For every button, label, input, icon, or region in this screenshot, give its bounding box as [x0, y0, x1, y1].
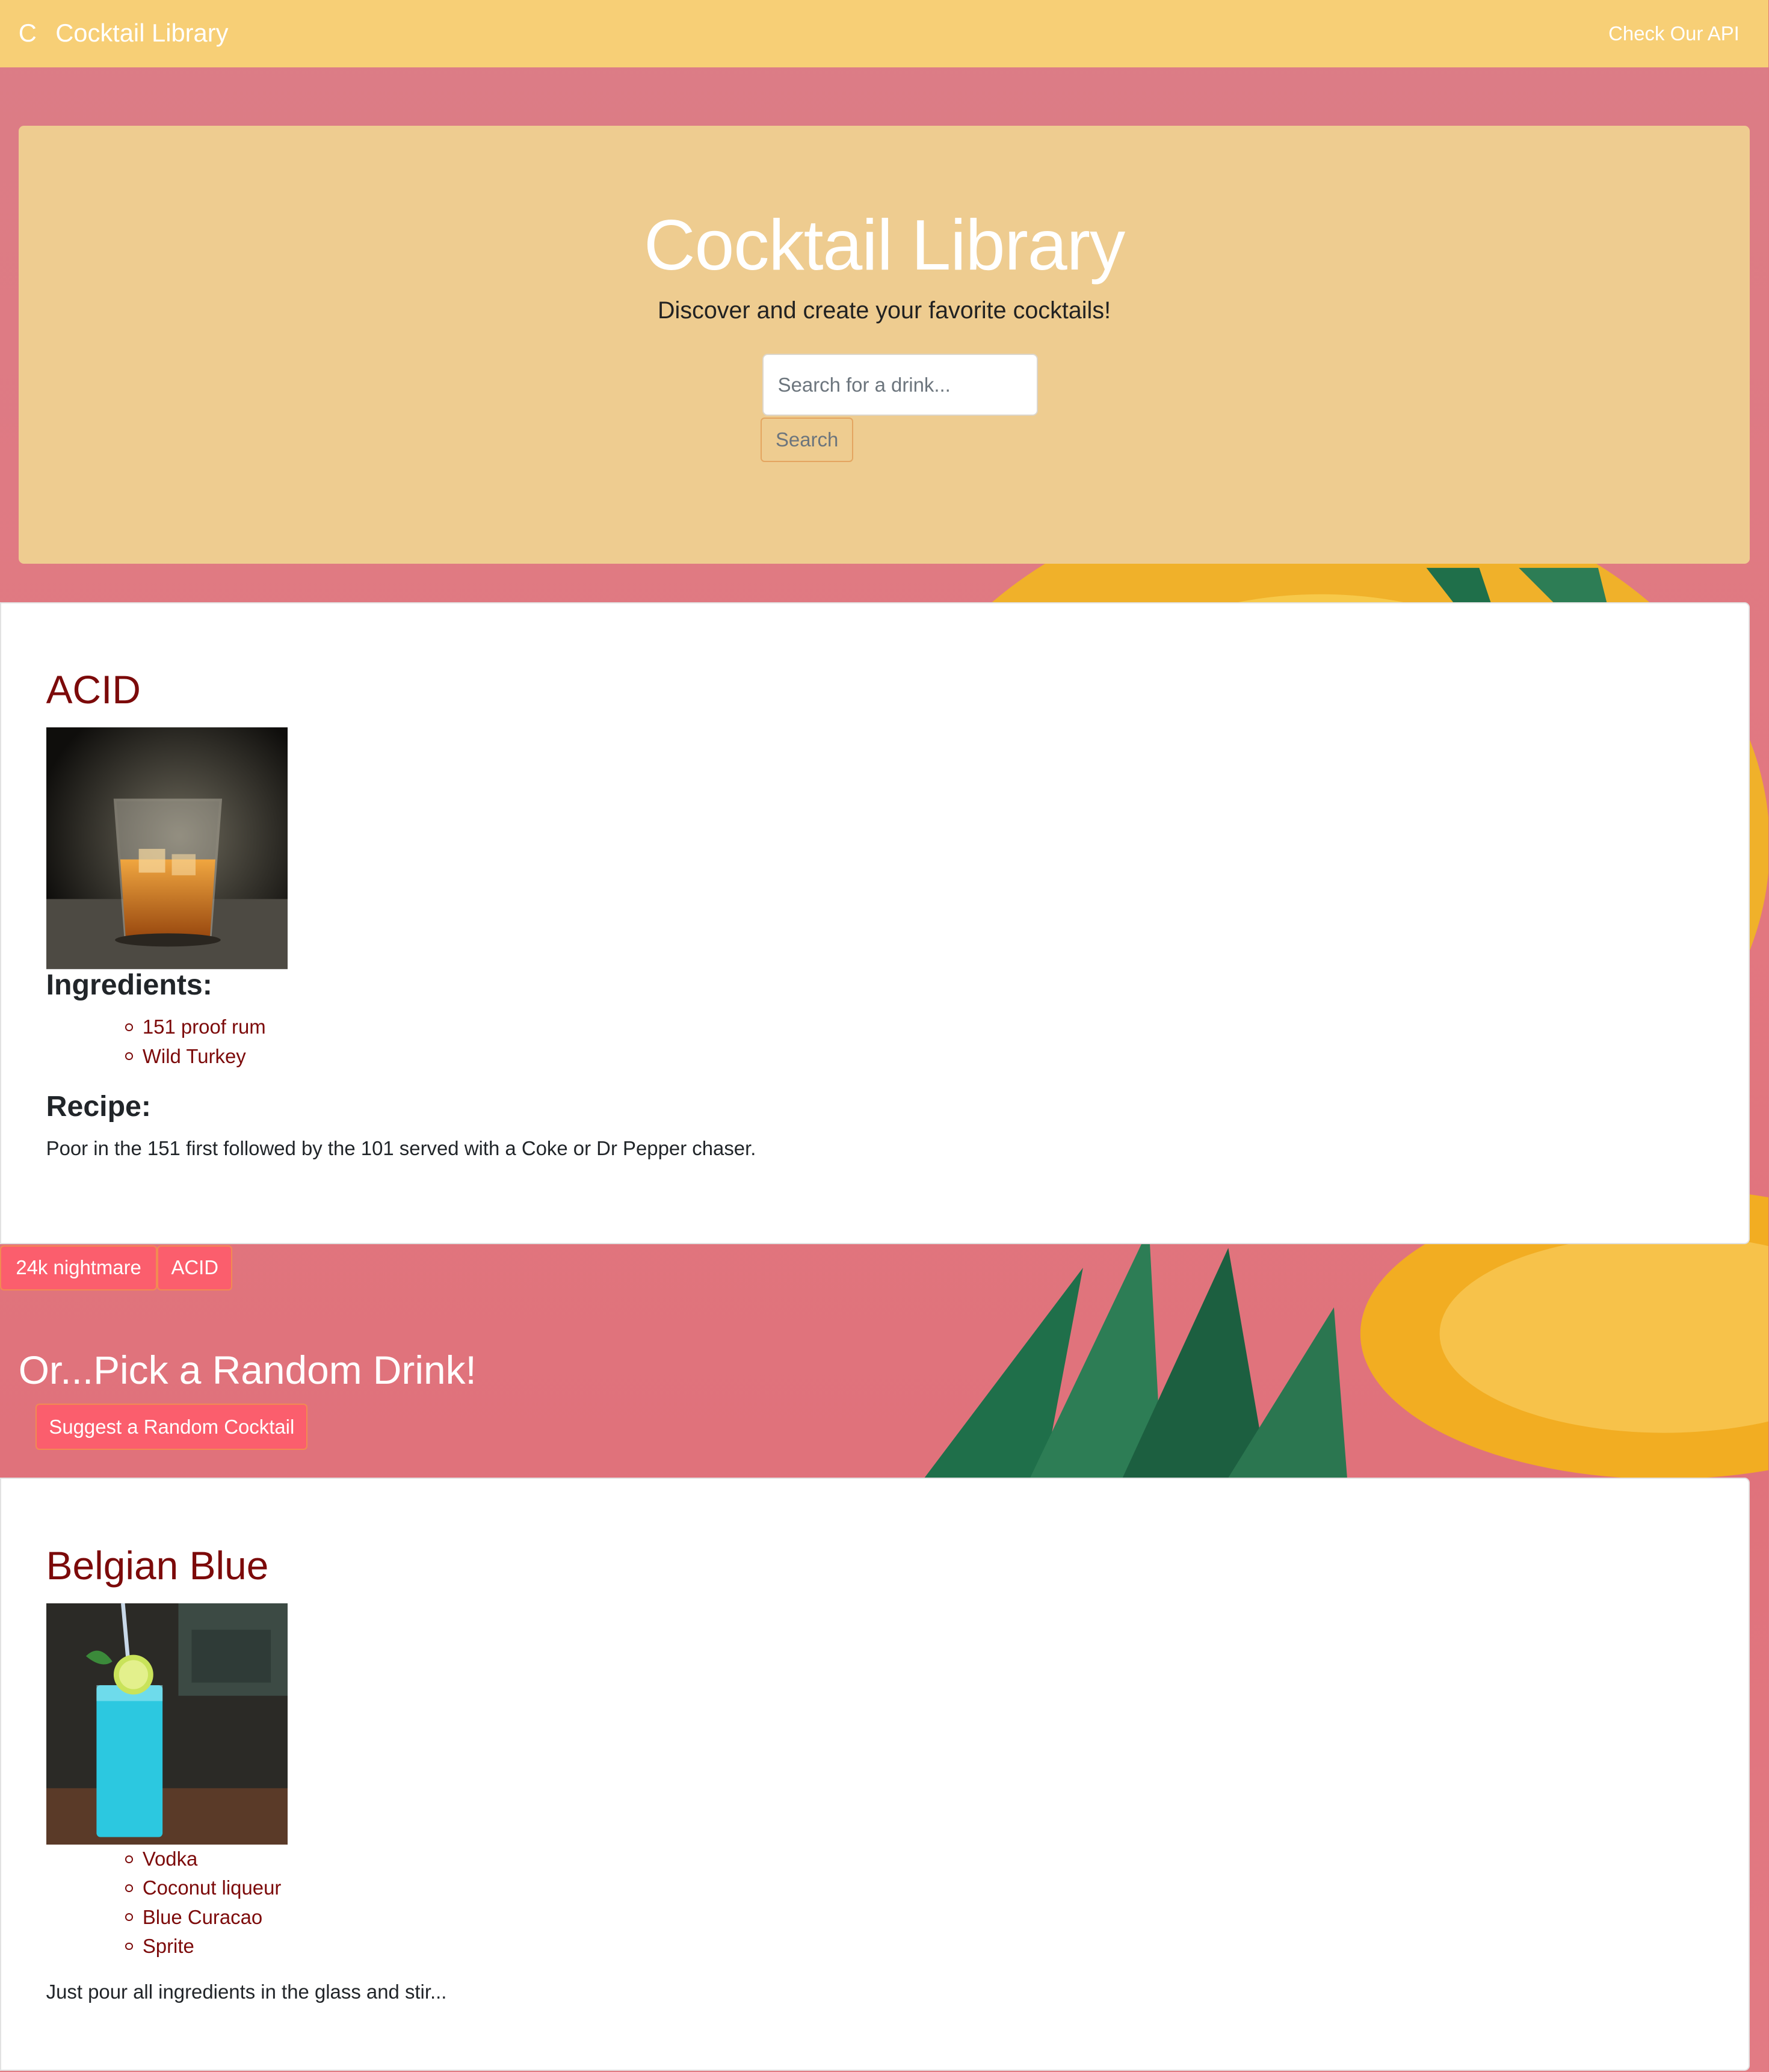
blue-cocktail-photo	[46, 1603, 288, 1845]
ingredient-item: Blue Curacao	[124, 1903, 281, 1932]
ingredient-item: Coconut liqueur	[124, 1873, 281, 1902]
recipe-text: Poor in the 151 first followed by the 10…	[46, 1136, 756, 1159]
drink-name: ACID	[46, 667, 141, 712]
hero-title: Cocktail Library	[643, 206, 1125, 286]
random-heading: Or...Pick a Random Drink!	[18, 1347, 477, 1392]
whiskey-glass-photo	[46, 727, 288, 969]
ingredient-item: Sprite	[124, 1932, 281, 1961]
hero-subtitle: Discover and create your favorite cockta…	[658, 297, 1111, 324]
ingredients-heading: Ingredients:	[46, 968, 212, 1001]
hero-jumbotron: Cocktail Library Discover and create you…	[18, 125, 1750, 564]
history-tag-button[interactable]: 24k nightmare	[0, 1245, 158, 1290]
drink-name: Belgian Blue	[46, 1543, 269, 1588]
navbar: C Cocktail Library Check Our API	[0, 0, 1769, 67]
brand-logo[interactable]: C	[19, 19, 37, 48]
blue-cocktail-photo-art	[46, 1603, 288, 1845]
brand-title[interactable]: Cocktail Library	[55, 19, 228, 48]
ingredient-item: Wild Turkey	[124, 1042, 266, 1071]
drink-card: ACID Ingredients: 151 proof rum Wild Tur…	[0, 602, 1750, 1244]
random-cocktail-button[interactable]: Suggest a Random Cocktail	[36, 1404, 308, 1451]
recipe-heading: Recipe:	[46, 1090, 151, 1123]
drink-card: Belgian Blue Vodka Coconut liqueur Blue …	[0, 1478, 1750, 2071]
ingredient-item: Vodka	[124, 1845, 281, 1873]
check-api-link[interactable]: Check Our API	[1608, 22, 1740, 45]
history-tag-button[interactable]: ACID	[157, 1245, 233, 1290]
ingredient-list: Vodka Coconut liqueur Blue Curacao Sprit…	[124, 1845, 281, 1961]
search-input[interactable]	[762, 354, 1039, 416]
recipe-text: Just pour all ingredients in the glass a…	[46, 1981, 447, 2003]
search-button[interactable]: Search	[761, 417, 853, 463]
whiskey-glass-photo-art	[46, 727, 288, 969]
ingredient-item: 151 proof rum	[124, 1013, 266, 1041]
ingredient-list: 151 proof rum Wild Turkey	[124, 1013, 266, 1071]
